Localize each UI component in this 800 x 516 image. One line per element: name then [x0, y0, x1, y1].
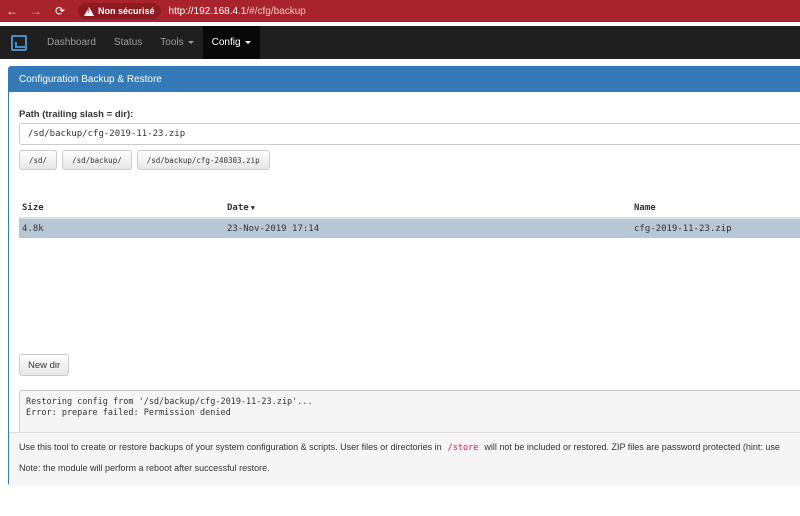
log-line: Restoring config from '/sd/backup/cfg-20… — [26, 397, 313, 407]
path-input[interactable]: /sd/backup/cfg-2019-11-23.zip — [19, 123, 800, 145]
store-path-code: /store — [444, 442, 482, 454]
path-button-sd-backup[interactable]: /sd/backup/ — [62, 150, 132, 170]
new-dir-button[interactable]: New dir — [19, 354, 70, 376]
back-icon[interactable]: ← — [0, 0, 24, 22]
cell-name: cfg-2019-11-23.zip — [631, 218, 800, 238]
address-bar[interactable]: http://192.168.4.1/#/cfg/backup — [169, 6, 306, 17]
url-host: http://192.168.4.1 — [168, 5, 247, 17]
column-header-date[interactable]: Date ▼ — [224, 198, 631, 219]
nav-status-label: Status — [113, 37, 143, 48]
table-header-row: Size Date ▼ Name — [19, 198, 800, 219]
panel-footer: Use this tool to create or restore backu… — [9, 432, 800, 486]
nav-tools[interactable]: Tools — [151, 26, 202, 59]
security-indicator[interactable]: Non sécurisé — [78, 3, 161, 19]
browser-toolbar: ← → ⟳ Non sécurisé http://192.168.4.1/#/… — [0, 0, 800, 22]
column-header-date-label: Date — [227, 202, 249, 213]
cell-date: 23-Nov-2019 17:14 — [224, 218, 631, 238]
forward-icon[interactable]: → — [24, 0, 48, 22]
path-button-sd[interactable]: /sd/ — [19, 150, 58, 170]
brand-logo[interactable] — [0, 26, 38, 59]
footer-text-after: will not be included or restored. ZIP fi… — [484, 442, 780, 452]
reload-icon[interactable]: ⟳ — [48, 0, 72, 22]
log-line: Error: prepare failed: Permission denied — [26, 408, 231, 418]
path-label: Path (trailing slash = dir): — [19, 109, 134, 120]
caret-down-icon — [187, 41, 194, 44]
backup-restore-panel: Configuration Backup & Restore Path (tra… — [8, 66, 800, 486]
sort-desc-icon: ▼ — [250, 203, 255, 212]
warning-icon — [84, 6, 94, 16]
nav-dashboard[interactable]: Dashboard — [38, 26, 105, 59]
column-header-name[interactable]: Name — [631, 198, 800, 219]
nav-dashboard-label: Dashboard — [47, 37, 96, 48]
footer-text-before: Use this tool to create or restore backu… — [19, 442, 442, 452]
column-header-size[interactable]: Size — [19, 198, 224, 219]
nav-tools-label: Tools — [160, 37, 184, 48]
security-label: Non sécurisé — [98, 6, 155, 16]
logo-icon — [11, 34, 27, 51]
quick-path-buttons: /sd/ /sd/backup/ /sd/backup/cfg-240303.z… — [19, 150, 270, 170]
nav-config[interactable]: Config — [202, 26, 260, 59]
nav-config-label: Config — [211, 37, 241, 48]
caret-down-icon — [244, 41, 251, 44]
file-table: Size Date ▼ Name 4.8k 23-Nov-2019 17:14 c… — [19, 198, 800, 238]
footer-note: Note: the module will perform a reboot a… — [19, 463, 270, 473]
url-path: /#/cfg/backup — [246, 5, 306, 17]
footer-help-text: Use this tool to create or restore backu… — [19, 441, 799, 454]
app-navbar: Dashboard Status Tools Config — [0, 26, 800, 59]
panel-body: Path (trailing slash = dir): /sd/backup/… — [9, 92, 800, 440]
nav-status[interactable]: Status — [105, 26, 151, 59]
table-row[interactable]: 4.8k 23-Nov-2019 17:14 cfg-2019-11-23.zi… — [19, 218, 800, 238]
panel-title: Configuration Backup & Restore — [9, 67, 800, 92]
path-button-cfg-file[interactable]: /sd/backup/cfg-240303.zip — [136, 150, 270, 170]
cell-size: 4.8k — [19, 218, 224, 238]
